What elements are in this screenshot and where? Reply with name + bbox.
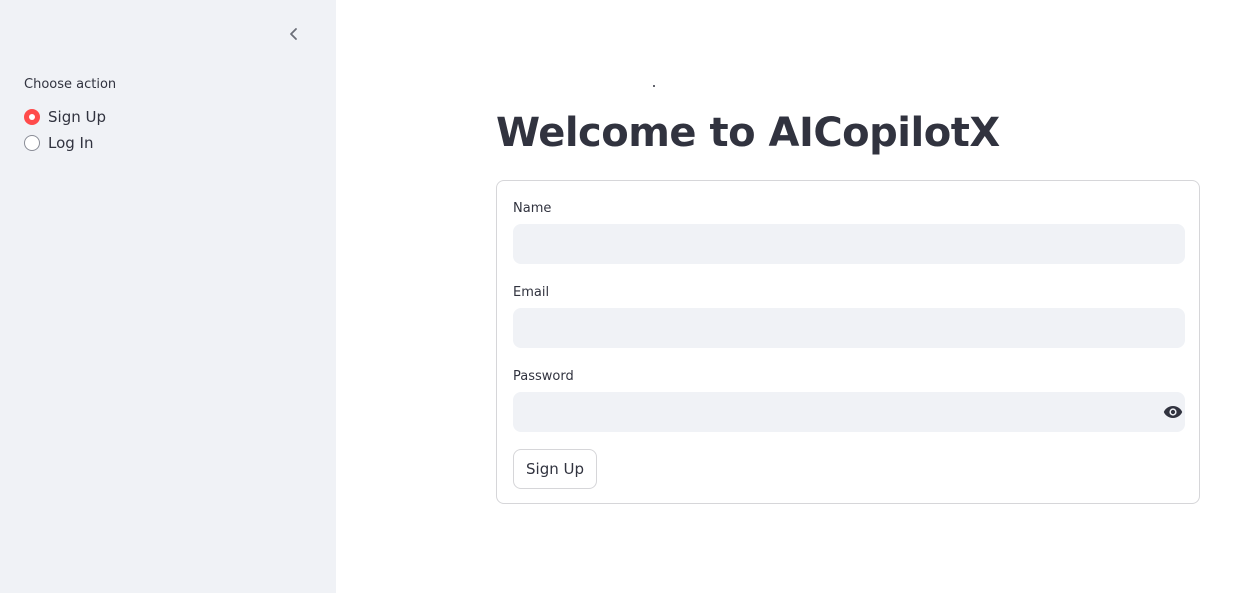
password-visibility-toggle[interactable] bbox=[1161, 400, 1185, 424]
radio-option-label: Log In bbox=[48, 134, 94, 152]
chevron-left-icon bbox=[290, 28, 297, 40]
password-field[interactable] bbox=[513, 392, 1185, 432]
radio-unselected-indicator[interactable] bbox=[24, 135, 40, 151]
email-field-label: Email bbox=[513, 285, 550, 300]
sign-up-form: Name Email Password Sign Up bbox=[496, 180, 1200, 504]
choose-action-label: Choose action bbox=[24, 77, 117, 92]
radio-option-log-in[interactable]: Log In bbox=[24, 130, 106, 156]
eye-icon bbox=[1163, 406, 1183, 418]
name-field[interactable] bbox=[513, 224, 1185, 264]
sidebar: Choose action Sign Up Log In bbox=[0, 0, 336, 593]
action-radio-group: Sign Up Log In bbox=[24, 104, 106, 156]
radio-option-sign-up[interactable]: Sign Up bbox=[24, 104, 106, 130]
page-title: Welcome to AICopilotX bbox=[496, 110, 1000, 156]
radio-selected-indicator[interactable] bbox=[24, 109, 40, 125]
name-field-label: Name bbox=[513, 201, 552, 216]
app-window: Choose action Sign Up Log In Welcome to … bbox=[0, 0, 1253, 593]
password-field-label: Password bbox=[513, 369, 574, 384]
decorative-dot bbox=[653, 85, 655, 87]
email-field[interactable] bbox=[513, 308, 1185, 348]
sidebar-collapse-button[interactable] bbox=[280, 20, 308, 48]
radio-option-label: Sign Up bbox=[48, 108, 106, 126]
sign-up-button[interactable]: Sign Up bbox=[513, 449, 597, 489]
